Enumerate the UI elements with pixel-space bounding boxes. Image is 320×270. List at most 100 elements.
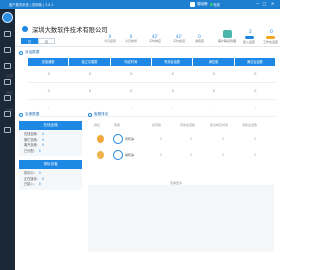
online-agents-box: 在线坐席： 0 繁忙坐席： 0 离开坐席： 0 已分配： 0 <box>19 130 82 156</box>
line-label: 在线坐席： <box>24 132 40 136</box>
settings-icon[interactable] <box>4 127 11 133</box>
queue-line: 已接入： 0 <box>24 182 77 188</box>
overview-title: 对话数据 <box>19 50 39 55</box>
dashboard-header: 深圳大数软件技术有限公司 日 月 0 今日接待 0 今日新增 42' 平均响应 … <box>15 9 280 47</box>
table-cell: 0 <box>88 72 92 76</box>
column-header: 排名 <box>94 123 101 127</box>
avatar <box>113 134 123 144</box>
row-label: 比例 <box>6 108 13 112</box>
agent-name: 周晓静 <box>125 137 135 141</box>
app-logo-icon <box>2 12 13 23</box>
home-icon[interactable] <box>4 31 11 37</box>
line-value: 0 <box>41 176 44 181</box>
column-header: 满意会话数 <box>242 123 258 127</box>
table-cell: 0 <box>254 72 257 76</box>
queue-box: 排队中： 0 正在接待： 0 已接入： 0 <box>19 169 82 190</box>
ranking-title-text: 客服排名 <box>94 112 109 116</box>
tool-label: 接入设置 <box>243 40 256 44</box>
tab-month[interactable]: 月 <box>38 38 55 44</box>
close-button[interactable]: ✕ <box>270 1 275 7</box>
stat-satisfaction: 0 满意度 <box>195 34 204 43</box>
tab-day[interactable]: 日 <box>21 38 38 44</box>
row-label: 我的 <box>6 91 13 95</box>
column-header: 首次响应时间 <box>210 123 229 127</box>
column-header: 总接通数 <box>28 58 70 66</box>
column-header: 接待量 <box>152 123 162 127</box>
table-cell: 0 <box>47 89 50 93</box>
stat-avg-session: 42' 平均会话 <box>173 34 185 43</box>
silver-medal-icon <box>97 151 104 159</box>
column-header: 客服 <box>114 123 121 127</box>
agent-name: 胡晓静 <box>125 153 135 157</box>
agent-data-title: 坐席数据 <box>19 112 39 117</box>
table-cell: 0 <box>130 89 133 93</box>
table-cell: 0 <box>47 72 50 76</box>
contacts-icon[interactable] <box>4 95 11 101</box>
column-header: 满意会话数 <box>234 58 276 66</box>
line-value: 0 <box>41 132 44 136</box>
company-name: 深圳大数软件技术有限公司 <box>32 27 108 34</box>
stat-label: 平均会话 <box>173 39 186 43</box>
minimize-button[interactable]: — <box>255 1 260 7</box>
user-status[interactable]: 周晓静 在线 <box>190 1 220 8</box>
ranking-cell: 0 <box>222 137 225 141</box>
ranking-cell: 0 <box>160 137 163 141</box>
ranking-footer-area <box>88 185 274 252</box>
queue-header: 排队访客 <box>19 160 82 169</box>
workbench-tool-icon <box>266 36 275 39</box>
ranking-icon <box>88 112 92 117</box>
line-label: 已接入： <box>24 182 37 186</box>
stat-label: 今日新增 <box>125 39 138 43</box>
agent-ranking-panel: 客服排名 排名 客服 接待量 有效会话数 首次响应时间 满意会话数 周晓静 0 … <box>88 112 274 252</box>
row-label: 全部 <box>6 74 13 78</box>
tool-access-settings[interactable]: 2 接入设置 <box>243 30 255 44</box>
stat-label: 满意度 <box>195 39 205 43</box>
column-header: 有效会话数 <box>180 123 196 127</box>
stat-today-new: 0 今日新增 <box>125 34 137 43</box>
stat-label: 平均响应 <box>149 39 162 43</box>
status-label: 在线 <box>213 3 220 7</box>
ranking-title: 客服排名 <box>88 112 108 117</box>
stat-avg-response: 42' 平均响应 <box>149 34 161 43</box>
table-cell: 0 <box>130 72 133 76</box>
table-cell: 0 <box>171 72 174 76</box>
ranking-row: 胡晓静 0 0 0 0 <box>94 148 274 162</box>
status-indicator[interactable]: 在线 <box>209 2 220 7</box>
ranking-cell: 0 <box>254 137 257 141</box>
agent-data-title-text: 坐席数据 <box>25 112 40 116</box>
column-header: 独立访客数 <box>69 58 111 66</box>
ranking-cell: 0 <box>254 153 257 157</box>
line-label: 正在接待： <box>24 176 40 181</box>
period-tabs: 日 月 <box>21 38 55 44</box>
gold-medal-icon <box>97 135 104 143</box>
overview-header-row: 总接通数 独立访客数 响应时间 有效会话数 满意度 满意会话数 <box>28 58 276 66</box>
line-value: 0 <box>41 137 44 142</box>
user-avatar <box>190 2 195 7</box>
ranking-cell: 0 <box>160 153 163 157</box>
ranking-cell: 0 <box>222 153 225 157</box>
user-name: 周晓静 <box>197 2 208 6</box>
maximize-button[interactable]: □ <box>262 1 267 7</box>
column-header: 有效会话数 <box>151 58 194 66</box>
line-value: 0 <box>38 182 41 186</box>
history-icon[interactable] <box>4 79 11 85</box>
tool-workbench-settings[interactable]: 0 工作台设置 <box>263 30 278 44</box>
chart-icon <box>19 50 23 55</box>
ranking-row: 周晓静 0 0 0 0 <box>94 132 274 146</box>
column-header: 响应时间 <box>110 58 152 66</box>
overview-table: 总接通数 独立访客数 响应时间 有效会话数 满意度 满意会话数 全部 0 0 0… <box>6 58 276 117</box>
column-header: 满意度 <box>193 58 235 66</box>
contacts-tool-icon <box>222 30 232 38</box>
line-value: 0 <box>41 143 44 147</box>
message-icon[interactable] <box>4 63 11 69</box>
line-value: 0 <box>38 148 41 153</box>
tool-customer-contacts[interactable]: 客户联系管理 <box>218 30 236 43</box>
window-title: 客户服务系统 | 官网版 | 3.8.1 <box>9 3 54 7</box>
access-tool-icon <box>244 36 254 39</box>
sidebar <box>0 9 15 270</box>
tool-label: 客户联系管理 <box>218 39 237 43</box>
stat-label: 今日接待 <box>104 39 117 43</box>
chat-icon[interactable] <box>4 47 11 53</box>
online-dot-icon <box>209 3 213 6</box>
overview-title-text: 对话数据 <box>25 50 40 54</box>
